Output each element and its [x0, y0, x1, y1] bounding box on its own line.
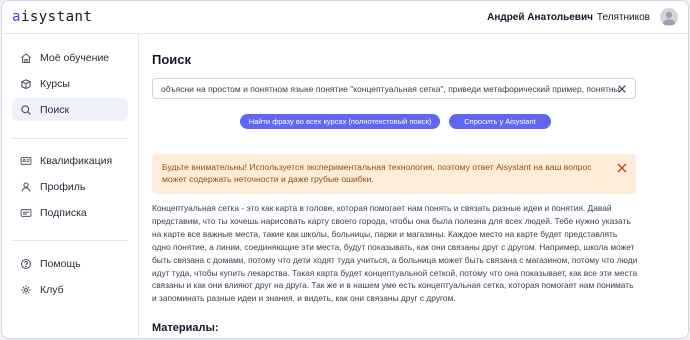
- main-content: Поиск Найти фразу во всех курсах (полнот…: [140, 34, 688, 338]
- page-title: Поиск: [152, 52, 192, 67]
- home-icon: [21, 52, 31, 63]
- club-icon: [21, 285, 31, 294]
- sidebar-item-label: Помощь: [40, 257, 81, 270]
- sidebar-item-label: Моё обучение: [40, 51, 110, 64]
- close-icon[interactable]: [615, 82, 629, 96]
- sidebar-item-label: Клуб: [40, 283, 64, 296]
- app-logo[interactable]: aisystant: [12, 9, 92, 25]
- close-icon[interactable]: [616, 162, 628, 174]
- app-window: aisystant Андрей Анатольевич Телятников …: [1, 0, 689, 339]
- answer-text: Концептуальная сетка - это как карта в г…: [152, 203, 638, 304]
- search-input[interactable]: [161, 83, 619, 94]
- search-icon: [21, 104, 31, 115]
- user-icon: [21, 182, 31, 192]
- sidebar-item-courses[interactable]: Курсы: [12, 72, 128, 95]
- warning-text: Будьте внимательны! Используется экспери…: [162, 162, 592, 184]
- sidebar-item-profile[interactable]: Профиль: [12, 175, 128, 198]
- ask-aisystant-button[interactable]: Спросить у Aisystant: [449, 114, 551, 129]
- id-card-icon: [20, 156, 32, 165]
- sidebar-item-club[interactable]: Клуб: [12, 278, 128, 301]
- sidebar-item-label: Профиль: [40, 180, 86, 193]
- help-icon: [20, 258, 32, 269]
- user-first-name: Андрей Анатольевич: [487, 11, 593, 23]
- card-icon: [20, 208, 32, 217]
- search-box: [152, 78, 636, 99]
- sidebar-item-qualification[interactable]: Квалификация: [12, 149, 128, 172]
- user-last-name: Телятников: [596, 11, 650, 23]
- user-menu[interactable]: Андрей Анатольевич Телятников: [487, 8, 678, 26]
- sidebar: Моё обучение Курсы Поиск Квалификация Пр…: [2, 34, 139, 338]
- sidebar-item-my-learning[interactable]: Моё обучение: [12, 46, 128, 69]
- sidebar-item-search[interactable]: Поиск: [12, 98, 128, 121]
- sidebar-item-label: Курсы: [40, 77, 70, 90]
- sidebar-item-help[interactable]: Помощь: [12, 252, 128, 275]
- avatar[interactable]: [660, 8, 678, 26]
- top-header: aisystant Андрей Анатольевич Телятников: [2, 1, 688, 34]
- sidebar-item-label: Поиск: [40, 103, 70, 116]
- sidebar-item-subscription[interactable]: Подписка: [12, 201, 128, 224]
- warning-alert: Будьте внимательны! Используется экспери…: [152, 154, 636, 194]
- fulltext-search-button[interactable]: Найти фразу во всех курсах (полнотекстов…: [240, 114, 440, 129]
- box-icon: [21, 78, 31, 89]
- materials-heading: Материалы:: [152, 322, 219, 334]
- sidebar-divider: [12, 240, 128, 241]
- sidebar-divider: [12, 138, 128, 139]
- sidebar-item-label: Квалификация: [40, 154, 113, 167]
- sidebar-item-label: Подписка: [40, 206, 87, 219]
